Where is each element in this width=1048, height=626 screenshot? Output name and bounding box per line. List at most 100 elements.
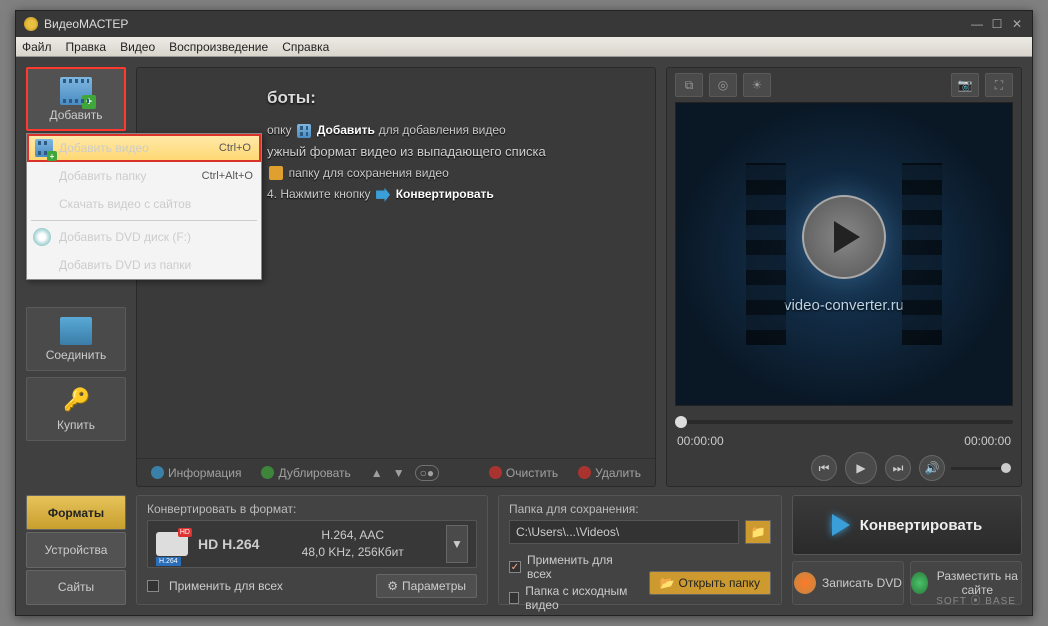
save-apply-label: Применить для всех — [527, 553, 641, 581]
volume-icon[interactable]: 🔊 — [919, 455, 945, 481]
menu-playback[interactable]: Воспроизведение — [169, 40, 268, 54]
film-edge-left — [746, 163, 786, 344]
preview-tools: ⧉ ◎ ☀ 📷 ⛶ — [667, 68, 1021, 102]
camera-icon — [156, 532, 188, 556]
minimize-button[interactable]: — — [970, 17, 984, 31]
time-end: 00:00:00 — [964, 434, 1011, 448]
snapshot-icon[interactable]: 📷 — [951, 73, 979, 97]
format-dropdown-button[interactable]: ▼ — [446, 525, 468, 563]
delete-button[interactable]: Удалить — [578, 466, 641, 480]
dd-add-dvd[interactable]: Добавить DVD диск (F:) — [27, 223, 261, 251]
dup-icon — [261, 466, 274, 479]
inline-arrow-icon — [376, 188, 390, 202]
tab-sites[interactable]: Сайты — [26, 570, 126, 605]
dd-add-video-label: Добавить видео — [59, 141, 149, 155]
info-button[interactable]: Информация — [151, 466, 241, 480]
open-folder-button[interactable]: 📂Открыть папку — [649, 571, 771, 595]
browse-button[interactable]: 📁 — [745, 520, 771, 544]
dd-download[interactable]: Скачать видео с сайтов — [27, 190, 261, 218]
film-edge-right — [902, 163, 942, 344]
buy-button[interactable]: Купить — [26, 377, 126, 441]
dd-separator — [31, 220, 257, 221]
preview-play-button[interactable] — [802, 195, 886, 279]
format-panel: Конвертировать в формат: H.264 HD H.264 … — [136, 495, 488, 605]
lower-panel: Форматы Устройства Сайты Конвертировать … — [26, 495, 1022, 605]
tabs-column: Форматы Устройства Сайты — [26, 495, 126, 605]
gear-icon: ⚙ — [387, 579, 398, 593]
duplicate-button[interactable]: Дублировать — [261, 466, 350, 480]
inline-folder-icon — [269, 166, 283, 180]
timeline-track[interactable] — [675, 420, 1013, 424]
format-name: HD H.264 — [198, 536, 259, 552]
titlebar: ВидеоМАСТЕР — ☐ ✕ — [16, 11, 1032, 37]
volume-thumb[interactable] — [1001, 463, 1011, 473]
convert-button[interactable]: Конвертировать — [792, 495, 1022, 555]
save-title: Папка для сохранения: — [509, 502, 771, 516]
effects-icon[interactable]: ◎ — [709, 73, 737, 97]
timeline-thumb[interactable] — [675, 416, 687, 428]
arrows-group[interactable]: ▲ ▼ ○● — [371, 465, 439, 481]
inline-add-icon — [297, 124, 311, 138]
time-start: 00:00:00 — [677, 434, 724, 448]
body: + Добавить + Добавить видео Ctrl+O Добав… — [16, 57, 1032, 615]
arrow-icon — [832, 514, 850, 536]
cut-button[interactable]: Соединить — [26, 307, 126, 371]
tab-formats[interactable]: Форматы — [26, 495, 126, 530]
menu-help[interactable]: Справка — [282, 40, 329, 54]
preview-watermark: video-converter.ru — [784, 297, 904, 314]
volume-track[interactable] — [951, 467, 1011, 470]
format-tag: H.264 — [156, 557, 181, 566]
upper-panel: + Добавить + Добавить видео Ctrl+O Добав… — [26, 67, 1022, 487]
guide-step-1: опку Добавить для добавления видео — [267, 122, 635, 138]
tab-devices[interactable]: Устройства — [26, 532, 126, 567]
fullscreen-icon[interactable]: ⛶ — [985, 73, 1013, 97]
dd-download-label: Скачать видео с сайтов — [59, 197, 191, 211]
app-logo-icon — [24, 17, 38, 31]
volume-control: 🔊 — [919, 455, 1011, 481]
watermark: SOFT ⦿ BASE — [936, 592, 1016, 607]
dd-add-folder-shortcut: Ctrl+Alt+O — [202, 170, 253, 182]
guide-step-3: папку для сохранения видео — [267, 165, 635, 181]
burn-dvd-button[interactable]: Записать DVD — [792, 561, 904, 605]
film-add-icon: + — [35, 139, 53, 157]
preview-area[interactable]: video-converter.ru — [675, 102, 1013, 406]
menu-video[interactable]: Видео — [120, 40, 155, 54]
menu-file[interactable]: Файл — [22, 40, 52, 54]
save-apply-checkbox[interactable] — [509, 561, 521, 573]
timeline[interactable] — [675, 412, 1013, 432]
toggle-icon: ○● — [415, 465, 440, 481]
delete-icon — [578, 466, 591, 479]
close-button[interactable]: ✕ — [1010, 17, 1024, 31]
play-button[interactable]: ▶ — [845, 452, 877, 484]
dd-add-video[interactable]: + Добавить видео Ctrl+O — [27, 134, 261, 162]
film-add-icon: + — [60, 77, 92, 105]
menu-edit[interactable]: Правка — [66, 40, 107, 54]
play-triangle-icon — [834, 221, 860, 253]
apply-all-checkbox[interactable] — [147, 580, 159, 592]
clear-button[interactable]: Очистить — [489, 466, 558, 480]
app-window: ВидеоМАСТЕР — ☐ ✕ Файл Правка Видео Восп… — [15, 10, 1033, 616]
dd-add-folder[interactable]: Добавить папку Ctrl+Alt+O — [27, 162, 261, 190]
join-icon — [60, 317, 92, 345]
join-label: Соединить — [46, 348, 107, 362]
save-path-input[interactable]: C:\Users\...\Videos\ — [509, 520, 739, 544]
maximize-button[interactable]: ☐ — [990, 17, 1004, 31]
source-folder-checkbox[interactable] — [509, 592, 519, 604]
add-button[interactable]: + Добавить — [26, 67, 126, 131]
info-icon — [151, 466, 164, 479]
dd-add-video-shortcut: Ctrl+O — [219, 142, 251, 154]
prev-button[interactable]: ⏮ — [811, 455, 837, 481]
next-button[interactable]: ⏭ — [885, 455, 911, 481]
source-folder-label: Папка с исходным видео — [525, 584, 640, 612]
playback-controls: ⏮ ▶ ⏭ 🔊 — [667, 450, 1021, 486]
preview-panel: ⧉ ◎ ☀ 📷 ⛶ video-converter.ru 0 — [666, 67, 1022, 487]
clear-icon — [489, 466, 502, 479]
dd-add-dvd-folder[interactable]: Добавить DVD из папки — [27, 251, 261, 279]
format-selector[interactable]: H.264 HD H.264 H.264, AAC 48,0 KHz, 256К… — [147, 520, 477, 568]
format-title: Конвертировать в формат: — [147, 502, 477, 516]
brightness-icon[interactable]: ☀ — [743, 73, 771, 97]
params-button[interactable]: ⚙Параметры — [376, 574, 477, 598]
disc-icon — [33, 228, 51, 246]
crop-icon[interactable]: ⧉ — [675, 73, 703, 97]
move-down-icon: ▼ — [393, 466, 405, 480]
